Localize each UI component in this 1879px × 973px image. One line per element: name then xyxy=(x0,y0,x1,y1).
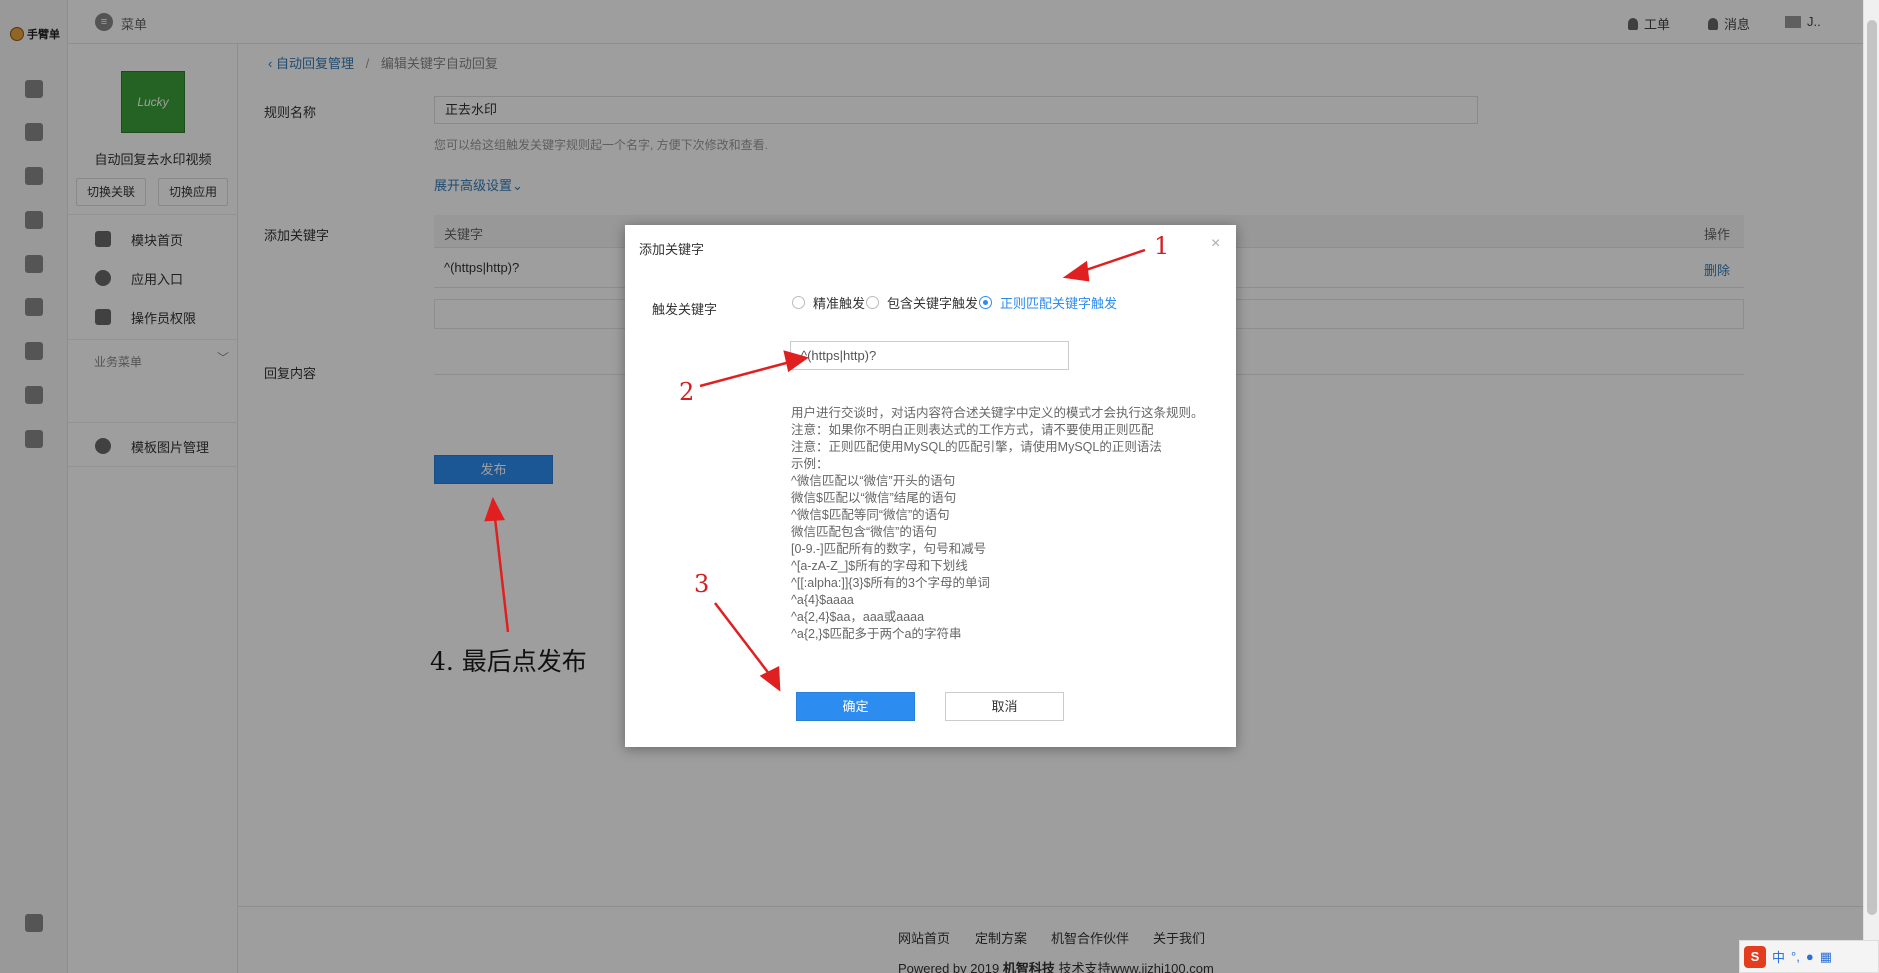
help-line: 微信$匹配以“微信”结尾的语句 xyxy=(791,491,957,505)
confirm-button[interactable]: 确定 xyxy=(796,692,915,721)
help-line: ^a{2,4}$aa，aaa或aaaa xyxy=(791,610,925,624)
help-line: ^微信匹配以“微信”开头的语句 xyxy=(791,474,956,488)
radio-label: 包含关键字触发 xyxy=(887,296,979,311)
annotation-final-step: 4. 最后点发布 xyxy=(430,647,587,676)
radio-dot xyxy=(792,296,805,309)
cancel-button[interactable]: 取消 xyxy=(945,692,1064,721)
help-line: ^[[:alpha:]]{3}$所有的3个字母的单词 xyxy=(791,576,990,590)
annotation-number-1: 1 xyxy=(1154,232,1170,260)
help-line: 用户进行交谈时，对话内容符合述关键字中定义的模式才会执行这条规则。 xyxy=(791,406,1204,420)
radio-label: 正则匹配关键字触发 xyxy=(1000,296,1118,311)
help-line: ^a{4}$aaaa xyxy=(791,593,854,607)
radio-regex-trigger[interactable]: 正则匹配关键字触发 xyxy=(979,293,1117,312)
vertical-scrollbar[interactable] xyxy=(1863,0,1879,973)
help-line: 示例： xyxy=(791,457,829,471)
help-line: [0-9.-]匹配所有的数字，句号和减号 xyxy=(791,542,987,556)
help-line: ^[a-zA-Z_]$所有的字母和下划线 xyxy=(791,559,968,573)
radio-dot xyxy=(866,296,879,309)
ime-toolbar[interactable]: S 中 °, ● ▦ xyxy=(1739,940,1879,973)
add-keyword-dialog: 添加关键字 × 触发关键字 精准触发 包含关键字触发 正则匹配关键字触发 ^(h… xyxy=(625,225,1236,747)
help-line: 注意：正则匹配使用MySQL的匹配引擎，请使用MySQL的正则语法 xyxy=(791,440,1162,454)
scrollbar-thumb[interactable] xyxy=(1867,20,1877,915)
annotation-number-2: 2 xyxy=(679,378,695,406)
help-line: ^a{2,}$匹配多于两个a的字符串 xyxy=(791,627,962,641)
keyword-input[interactable]: ^(https|http)? xyxy=(790,341,1069,370)
help-line: 注意：如果你不明白正则表达式的工作方式，请不要使用正则匹配 xyxy=(791,423,1154,437)
keyboard-icon[interactable]: ▦ xyxy=(1820,949,1832,965)
help-line: 微信匹配包含“微信”的语句 xyxy=(791,525,937,539)
ime-punctuation[interactable]: °, xyxy=(1791,949,1800,964)
radio-dot xyxy=(979,296,992,309)
ime-mode[interactable]: 中 xyxy=(1772,947,1785,966)
microphone-icon[interactable]: ● xyxy=(1806,949,1814,964)
trigger-keyword-label: 触发关键字 xyxy=(652,302,718,317)
help-line: ^微信$匹配等同“微信”的语句 xyxy=(791,508,950,522)
radio-contains-trigger[interactable]: 包含关键字触发 xyxy=(866,293,978,312)
dialog-title: 添加关键字 xyxy=(639,242,705,257)
close-icon[interactable]: × xyxy=(1211,235,1220,253)
annotation-number-3: 3 xyxy=(694,570,710,598)
radio-label: 精准触发 xyxy=(813,296,866,311)
sogou-logo-icon[interactable]: S xyxy=(1744,945,1766,968)
radio-exact-trigger[interactable]: 精准触发 xyxy=(792,293,865,312)
regex-help-text: 用户进行交谈时，对话内容符合述关键字中定义的模式才会执行这条规则。 注意：如果你… xyxy=(791,405,1204,643)
